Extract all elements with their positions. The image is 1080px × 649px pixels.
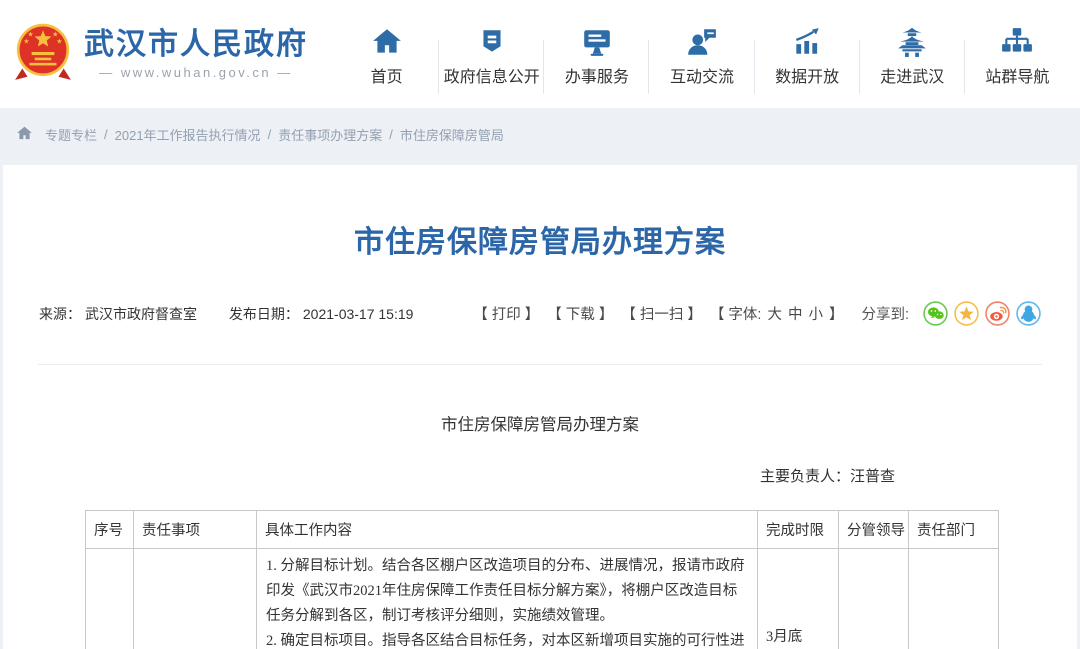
col-header-seq: 序号 xyxy=(86,511,134,549)
work-content-paragraph: 2. 确定目标项目。指导各区结合目标任务，对本区新增项目实施的可行性进行评估，确… xyxy=(266,629,748,649)
site-name: 武汉市人民政府 xyxy=(84,28,308,62)
cell-work-content: 1. 分解目标计划。结合各区棚户区改造项目的分布、进展情况，报请市政府印发《武汉… xyxy=(257,549,758,649)
svg-text:★: ★ xyxy=(23,36,29,45)
share-label: 分享到: xyxy=(861,303,909,324)
page-title: 市住房保障房管局办理方案 xyxy=(3,165,1077,261)
work-content-paragraph: 1. 分解目标计划。结合各区棚户区改造项目的分布、进展情况，报请市政府印发《武汉… xyxy=(266,554,748,629)
cell-deadline: 3月底 xyxy=(758,549,839,649)
source-value: 武汉市政府督查室 xyxy=(85,306,197,322)
font-size-large-button[interactable]: 大 xyxy=(767,303,782,324)
nav-item-info-disclosure[interactable]: 政府信息公开 xyxy=(439,22,544,87)
download-button[interactable]: 【 下载 】 xyxy=(547,303,613,324)
nav-item-home[interactable]: 首页 xyxy=(334,22,439,87)
duty-table-header-row: 序号 责任事项 具体工作内容 完成时限 分管领导 责任部门 xyxy=(86,511,999,549)
content-card: 市住房保障房管局办理方案 来源：武汉市政府督查室 发布日期：2021-03-17… xyxy=(3,165,1077,649)
font-size-small-button[interactable]: 小 xyxy=(808,303,823,324)
cell-leader xyxy=(839,549,909,649)
breadcrumb-item-2021-report[interactable]: 2021年工作报告执行情况 xyxy=(115,125,261,144)
nav-item-services[interactable]: 办事服务 xyxy=(544,22,649,87)
qzone-share-icon[interactable] xyxy=(954,301,979,326)
site-header: ★ ★ ★ ★ 武汉市人民政府 — www.wuhan.gov.cn — 首页 xyxy=(0,0,1080,108)
duty-table-row: 1. 分解目标计划。结合各区棚户区改造项目的分布、进展情况，报请市政府印发《武汉… xyxy=(86,549,999,649)
nav-item-interaction[interactable]: 互动交流 xyxy=(649,22,754,87)
nav-item-site-navigation[interactable]: 站群导航 xyxy=(965,22,1070,87)
breadcrumb-item-special-column[interactable]: 专题专栏 xyxy=(45,125,97,144)
col-header-work-content: 具体工作内容 xyxy=(257,511,758,549)
breadcrumb-home-icon[interactable] xyxy=(16,125,45,145)
nav-item-about-wuhan[interactable]: 走进武汉 xyxy=(860,22,965,87)
article-toolbar: 【 打印 】 【 下载 】 【 扫一扫 】 【 字体: 大 中 小 】 分享到: xyxy=(465,301,1041,326)
date-value: 2021-03-17 15:19 xyxy=(303,306,414,322)
main-nav: 首页 政府信息公开 办事服务 互动交流 数据开放 xyxy=(334,0,1070,108)
breadcrumb-item-duty-plans[interactable]: 责任事项办理方案 xyxy=(278,125,382,144)
meta-divider xyxy=(38,364,1042,365)
breadcrumb-item-current: 市住房保障房管局 xyxy=(400,125,504,144)
site-logo[interactable]: ★ ★ ★ ★ 武汉市人民政府 — www.wuhan.gov.cn — xyxy=(12,21,334,88)
svg-text:★: ★ xyxy=(56,36,62,45)
responsible-person-line: 主要负责人：汪普查 xyxy=(3,465,1077,486)
col-header-department: 责任部门 xyxy=(909,511,999,549)
article-meta-left: 来源：武汉市政府督查室 发布日期：2021-03-17 15:19 xyxy=(39,304,417,324)
breadcrumb: 专题专栏 / 2021年工作报告执行情况 / 责任事项办理方案 / 市住房保障房… xyxy=(0,108,1080,161)
info-disclosure-icon xyxy=(439,26,544,58)
breadcrumb-separator: / xyxy=(268,127,272,142)
print-button[interactable]: 【 打印 】 xyxy=(473,303,539,324)
cell-duty-item xyxy=(134,549,257,649)
responsible-person-label: 主要负责人： xyxy=(760,469,850,485)
data-open-icon xyxy=(755,26,860,58)
duty-table: 序号 责任事项 具体工作内容 完成时限 分管领导 责任部门 1. 分解目标计划。… xyxy=(85,510,999,649)
national-emblem-icon: ★ ★ ★ ★ xyxy=(12,21,74,88)
article-meta-row: 来源：武汉市政府督查室 发布日期：2021-03-17 15:19 【 打印 】… xyxy=(39,301,1041,326)
cell-seq xyxy=(86,549,134,649)
source-label: 来源： xyxy=(39,306,81,322)
breadcrumb-separator: / xyxy=(104,127,108,142)
weibo-share-icon[interactable] xyxy=(985,301,1010,326)
scan-qr-button[interactable]: 【 扫一扫 】 xyxy=(621,303,702,324)
site-url: — www.wuhan.gov.cn — xyxy=(99,65,293,80)
col-header-duty-item: 责任事项 xyxy=(134,511,257,549)
document-title: 市住房保障房管局办理方案 xyxy=(3,411,1077,435)
font-size-suffix: 】 xyxy=(829,303,844,324)
home-icon xyxy=(334,26,439,58)
article-body: 市住房保障房管局办理方案 主要负责人：汪普查 序号 责任事项 具体工作内容 完成… xyxy=(3,411,1077,649)
col-header-deadline: 完成时限 xyxy=(758,511,839,549)
interaction-icon xyxy=(649,26,754,58)
date-label: 发布日期： xyxy=(229,306,299,322)
wechat-share-icon[interactable] xyxy=(923,301,948,326)
nav-item-data-open[interactable]: 数据开放 xyxy=(755,22,860,87)
font-size-prefix: 【 字体: xyxy=(710,303,762,324)
cell-department xyxy=(909,549,999,649)
qq-share-icon[interactable] xyxy=(1016,301,1041,326)
col-header-leader: 分管领导 xyxy=(839,511,909,549)
breadcrumb-separator: / xyxy=(389,127,393,142)
services-icon xyxy=(544,26,649,58)
sitemap-icon xyxy=(965,26,1070,58)
wuhan-tower-icon xyxy=(860,26,965,58)
font-size-medium-button[interactable]: 中 xyxy=(788,303,803,324)
responsible-person-name: 汪普查 xyxy=(850,469,895,485)
